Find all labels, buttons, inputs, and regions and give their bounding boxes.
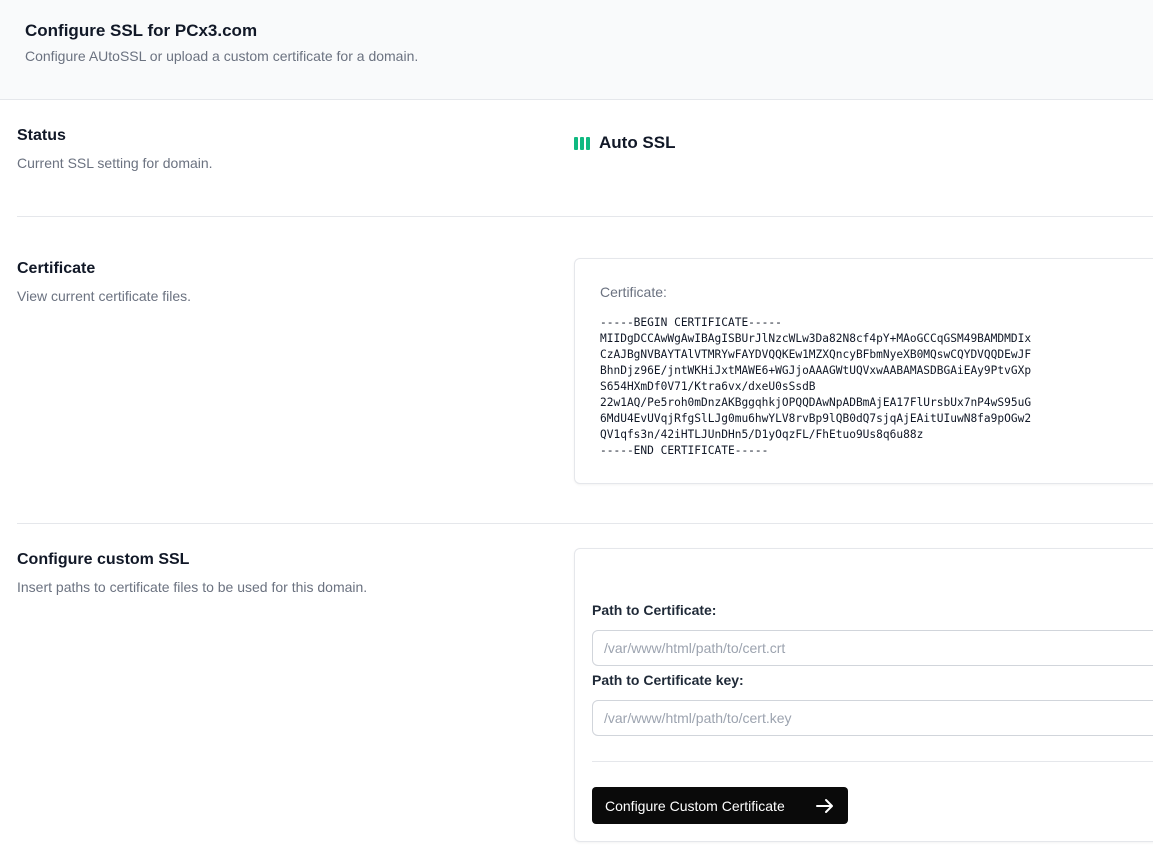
cert-path-label: Path to Certificate: — [592, 602, 717, 618]
cert-key-path-label: Path to Certificate key: — [592, 672, 744, 688]
arrow-right-icon — [815, 798, 835, 814]
certificate-card: Certificate: -----BEGIN CERTIFICATE-----… — [574, 258, 1153, 484]
status-title: Status — [17, 127, 66, 144]
custom-ssl-description: Insert paths to certificate files to be … — [17, 579, 368, 595]
cert-path-input[interactable] — [592, 630, 1153, 666]
page-header: Configure SSL for PCx3.com Configure AUt… — [0, 0, 1153, 100]
custom-ssl-card: Path to Certificate: Path to Certificate… — [574, 548, 1153, 842]
certificate-content[interactable]: -----BEGIN CERTIFICATE----- MIIDgDCCAwWg… — [600, 315, 1031, 459]
certificate-label: Certificate: — [600, 284, 667, 300]
card-divider — [592, 761, 1153, 762]
custom-ssl-title: Configure custom SSL — [17, 551, 190, 568]
status-description: Current SSL setting for domain. — [17, 155, 213, 171]
certificate-description: View current certificate files. — [17, 288, 192, 304]
configure-custom-certificate-button[interactable]: Configure Custom Certificate — [592, 787, 848, 824]
page-title: Configure SSL for PCx3.com — [25, 21, 258, 40]
signal-bars-icon — [574, 136, 590, 150]
certificate-title: Certificate — [17, 260, 96, 277]
page-subtitle: Configure AUtoSSL or upload a custom cer… — [25, 48, 419, 64]
status-indicator: Auto SSL — [574, 133, 676, 153]
section-divider — [17, 216, 1153, 217]
configure-button-label: Configure Custom Certificate — [605, 797, 785, 814]
status-value: Auto SSL — [599, 133, 676, 152]
section-divider — [17, 523, 1153, 524]
cert-key-path-input[interactable] — [592, 700, 1153, 736]
